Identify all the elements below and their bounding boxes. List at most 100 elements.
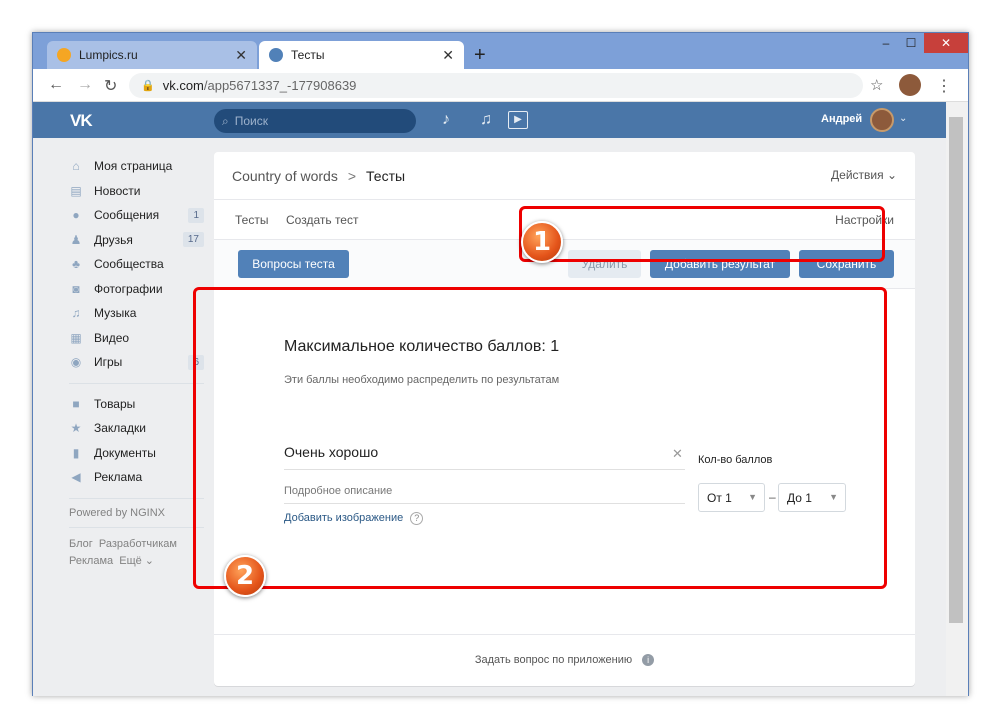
- sidebar-item-friends[interactable]: ♟ Друзья 17: [69, 228, 204, 253]
- ask-question-link[interactable]: Задать вопрос по приложению: [475, 654, 632, 666]
- search-icon: ⌕: [222, 113, 229, 128]
- back-icon[interactable]: ←: [48, 76, 64, 94]
- menu-icon[interactable]: ⋮: [936, 76, 952, 96]
- sidebar-item-games[interactable]: ◉ Игры 6: [69, 350, 204, 375]
- highlight-buttons: [519, 206, 885, 262]
- sidebar: ⌂ Моя страница ▤ Новости ● Сообщения 1 ♟ Друз…: [69, 154, 204, 570]
- sidebar-item-label: Игры: [94, 355, 123, 370]
- goods-icon: ■: [72, 396, 80, 411]
- friends-icon: ♟: [70, 232, 82, 247]
- sidebar-item-label: Закладки: [94, 421, 146, 436]
- tab-lumpics[interactable]: Lumpics.ru ✕: [47, 41, 257, 69]
- sidebar-item-label: Документы: [94, 445, 156, 460]
- sidebar-item-groups[interactable]: ♣ Сообщества: [69, 252, 204, 277]
- lock-icon: 🔒: [141, 80, 155, 92]
- sidebar-item-label: Сообщества: [94, 257, 164, 272]
- info-icon[interactable]: i: [642, 653, 655, 666]
- search-placeholder: Поиск: [234, 114, 268, 128]
- actions-menu[interactable]: Действия ⌄: [831, 168, 897, 182]
- close-window-button[interactable]: ✕: [924, 33, 968, 53]
- questions-button[interactable]: Вопросы теста: [238, 250, 349, 278]
- chevron-right-icon: >: [347, 167, 357, 184]
- user-name[interactable]: Андрей: [821, 113, 862, 125]
- messages-icon: ●: [72, 208, 80, 223]
- vk-header: VK ⌕ Поиск ♪ ♫ ▶ Андрей ⌄: [33, 102, 946, 138]
- sidebar-item-video[interactable]: ▦ Видео: [69, 326, 204, 351]
- sidebar-item-ads[interactable]: ◀ Реклама: [69, 465, 204, 490]
- play-icon[interactable]: ▶: [508, 111, 528, 129]
- sidebar-item-label: Реклама: [94, 470, 143, 485]
- new-tab-button[interactable]: +: [474, 44, 486, 67]
- video-icon: ▦: [70, 330, 82, 345]
- home-icon: ⌂: [72, 159, 80, 174]
- sidebar-item-label: Моя страница: [94, 159, 173, 174]
- sidebar-item-photos[interactable]: ◙ Фотографии: [69, 277, 204, 302]
- lumpics-favicon-icon: [57, 48, 71, 62]
- vk-logo[interactable]: VK: [70, 111, 93, 131]
- star-icon[interactable]: ☆: [870, 76, 883, 94]
- sidebar-item-label: Сообщения: [94, 208, 160, 223]
- card-footer: Задать вопрос по приложению i: [214, 634, 915, 684]
- close-tab-icon[interactable]: ✕: [235, 47, 247, 64]
- sidebar-item-label: Музыка: [94, 306, 137, 321]
- documents-icon: ▮: [72, 445, 80, 460]
- maximize-button[interactable]: ☐: [901, 33, 921, 53]
- count-badge: 17: [182, 232, 204, 248]
- reload-icon[interactable]: ↻: [104, 76, 117, 96]
- forward-icon[interactable]: →: [77, 76, 93, 94]
- ads-icon: ◀: [71, 470, 81, 485]
- music-icon[interactable]: ♫: [480, 111, 492, 129]
- sidebar-item-news[interactable]: ▤ Новости: [69, 179, 204, 204]
- games-icon: ◉: [70, 355, 82, 370]
- sidebar-item-my-page[interactable]: ⌂ Моя страница: [69, 154, 204, 179]
- footer-link-developers[interactable]: Разработчикам: [99, 538, 177, 550]
- url-domain: vk.com: [162, 78, 204, 93]
- scrollbar-thumb[interactable]: [949, 117, 963, 623]
- tab-tests[interactable]: Тесты ✕: [259, 41, 464, 69]
- footer-links: Блог Разработчикам Реклама Ещё ⌄: [69, 536, 204, 570]
- tab-strip: Lumpics.ru ✕ Тесты ✕ + – ☐ ✕: [33, 33, 968, 69]
- divider: [69, 526, 204, 528]
- photos-icon: ◙: [72, 281, 80, 296]
- bookmarks-icon: ★: [70, 421, 82, 436]
- minimize-button[interactable]: –: [876, 33, 896, 53]
- divider: [69, 382, 204, 384]
- tab-label: Тесты: [291, 48, 325, 62]
- tab-create-test[interactable]: Создать тест: [286, 213, 358, 227]
- sidebar-item-music[interactable]: ♫ Музыка: [69, 301, 204, 326]
- news-icon: ▤: [70, 183, 82, 198]
- divider: [69, 497, 204, 499]
- page-title: Тесты: [366, 167, 406, 184]
- powered-by: Powered by NGINX: [69, 506, 165, 519]
- breadcrumb: Country of words > Тесты Действия ⌄: [214, 152, 915, 200]
- highlight-result-form: [193, 287, 887, 589]
- sidebar-item-messages[interactable]: ● Сообщения 1: [69, 203, 204, 228]
- footer-link-blog[interactable]: Блог: [69, 538, 93, 550]
- sidebar-item-documents[interactable]: ▮ Документы: [69, 441, 204, 466]
- sidebar-item-goods[interactable]: ■ Товары: [69, 392, 204, 417]
- tab-label: Lumpics.ru: [79, 48, 138, 62]
- music-icon: ♫: [71, 306, 81, 321]
- footer-link-ads[interactable]: Реклама: [69, 555, 113, 567]
- url-field[interactable]: 🔒 vk.com /app5671337_-177908639: [129, 73, 863, 98]
- footer-link-more[interactable]: Ещё ⌄: [119, 555, 154, 567]
- vk-favicon-icon: [269, 48, 283, 62]
- search-input[interactable]: ⌕ Поиск: [214, 109, 416, 133]
- sidebar-item-label: Товары: [94, 396, 136, 411]
- step-badge-1: 1: [521, 221, 563, 263]
- step-badge-2: 2: [224, 555, 266, 597]
- sidebar-item-label: Фотографии: [94, 281, 163, 296]
- sidebar-item-label: Новости: [94, 183, 141, 198]
- groups-icon: ♣: [72, 257, 80, 272]
- breadcrumb-parent[interactable]: Country of words: [232, 168, 338, 184]
- chevron-down-icon[interactable]: ⌄: [899, 113, 907, 124]
- sidebar-item-label: Видео: [94, 330, 130, 345]
- sidebar-item-bookmarks[interactable]: ★ Закладки: [69, 416, 204, 441]
- profile-avatar-icon[interactable]: [899, 74, 921, 96]
- bell-icon[interactable]: ♪: [442, 111, 450, 129]
- url-path: /app5671337_-177908639: [203, 78, 357, 93]
- close-tab-icon[interactable]: ✕: [442, 47, 454, 64]
- tab-tests[interactable]: Тесты: [235, 213, 268, 227]
- address-bar: ← → ↻ 🔒 vk.com /app5671337_-177908639 ☆ …: [33, 69, 968, 102]
- avatar[interactable]: [870, 108, 894, 132]
